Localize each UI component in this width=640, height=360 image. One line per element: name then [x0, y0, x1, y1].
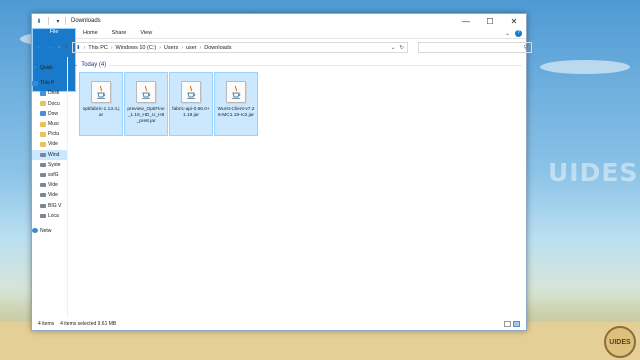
sidebar-item-local-drive[interactable]: Loca	[32, 211, 67, 221]
drive-icon	[40, 203, 46, 208]
drive-icon	[40, 183, 46, 188]
sidebar-item-documents[interactable]: Docu	[32, 99, 67, 109]
group-label: Today (4)	[81, 62, 107, 68]
breadcrumb-this-pc[interactable]: This PC	[88, 45, 108, 51]
folder-icon	[40, 121, 46, 127]
java-jar-icon	[136, 81, 156, 103]
folder-icon	[40, 90, 46, 96]
help-icon[interactable]: ?	[515, 29, 522, 37]
drive-icon	[40, 193, 46, 198]
tab-home[interactable]: Home	[76, 28, 105, 38]
chevron-down-icon: ⌄	[74, 62, 79, 68]
sidebar-item-desktop[interactable]: Desk	[32, 88, 67, 98]
file-name: Wurst-Client-v7.26-MC1.19-rc2.jar	[217, 107, 255, 118]
file-item[interactable]: optifabric-1.13.4.jar	[79, 72, 123, 136]
sidebar-item-pictures[interactable]: Pictu	[32, 129, 67, 139]
search-icon: ⚲	[523, 45, 529, 51]
minimize-button[interactable]: —	[454, 14, 478, 28]
file-item[interactable]: preview_OptiFine_1.19_HD_U_H8_pre8.jar	[124, 72, 168, 136]
sidebar-item-quick-access[interactable]: ★ Quick	[32, 63, 67, 73]
refresh-icon[interactable]: ↻	[399, 45, 404, 51]
sidebar-item-videos[interactable]: Vide	[32, 139, 67, 149]
close-button[interactable]: ✕	[502, 14, 526, 28]
item-count: 4 items	[38, 321, 55, 327]
java-jar-icon	[226, 81, 246, 103]
star-icon: ★	[32, 65, 38, 72]
sidebar-item-sofg-drive[interactable]: sofG	[32, 170, 67, 180]
network-icon	[32, 228, 38, 234]
folder-icon	[40, 101, 46, 107]
java-jar-icon	[181, 81, 201, 103]
java-jar-icon	[91, 81, 111, 103]
sidebar-item-network[interactable]: Netw	[32, 226, 67, 236]
file-item[interactable]: fabric-api-0.56.0+1.19.jar	[169, 72, 213, 136]
window-title: Downloads	[71, 18, 101, 24]
breadcrumb-drive[interactable]: Windows 10 (C:)	[116, 45, 157, 51]
up-arrow-icon[interactable]: ↑	[65, 44, 69, 51]
maximize-button[interactable]: ☐	[478, 14, 502, 28]
sidebar-item-downloads[interactable]: Dow	[32, 109, 67, 119]
breadcrumb-downloads[interactable]: Downloads	[204, 45, 231, 51]
forward-arrow-icon[interactable]: →	[47, 44, 54, 51]
sidebar-item-music[interactable]: Musi	[32, 119, 67, 129]
drive-icon	[40, 162, 46, 167]
drive-icon	[40, 152, 46, 157]
folder-down-icon[interactable]: ⬇	[35, 18, 43, 25]
breadcrumb-users[interactable]: Users	[164, 45, 178, 51]
navigation-bar: ← → ▾ ↑ ⬇ › This PC › Windows 10 (C:) › …	[32, 39, 533, 56]
divider	[65, 17, 66, 25]
folder-icon	[40, 131, 46, 137]
file-grid: optifabric-1.13.4.jar preview_OptiFine_1…	[79, 72, 526, 136]
search-input[interactable]	[422, 44, 524, 51]
quick-access-toolbar: ⬇ ▾	[35, 17, 62, 25]
file-name: preview_OptiFine_1.19_HD_U_H8_pre8.jar	[127, 107, 165, 124]
file-list-pane: ⌄ Today (4) optifabric-1.13.4.jar previe…	[68, 57, 526, 318]
back-arrow-icon[interactable]: ←	[36, 44, 43, 51]
downloads-icon: ⬇	[76, 44, 81, 51]
sidebar-item-videos-drive-2[interactable]: Vide	[32, 190, 67, 200]
ribbon-tabs: File Home Share View ⌄ ?	[32, 28, 526, 92]
corner-logo: UIDES	[604, 326, 636, 358]
file-item[interactable]: Wurst-Client-v7.26-MC1.19-rc2.jar	[214, 72, 258, 136]
sidebar-item-system-drive[interactable]: Syste	[32, 160, 67, 170]
navigation-pane: ★ Quick This P Desk Docu Dow Musi Pictu …	[32, 57, 68, 318]
large-icons-view-button[interactable]	[513, 321, 520, 327]
download-icon	[40, 111, 46, 117]
title-bar: ⬇ ▾ Downloads — ☐ ✕	[32, 14, 526, 28]
selection-info: 4 items selected 9.61 MB	[60, 321, 117, 327]
file-name: fabric-api-0.56.0+1.19.jar	[172, 107, 210, 118]
sidebar-item-this-pc[interactable]: This P	[32, 78, 67, 88]
status-bar: 4 items 4 items selected 9.61 MB	[32, 318, 526, 330]
recent-locations-icon[interactable]: ▾	[58, 45, 61, 51]
divider	[48, 17, 49, 25]
chevron-down-icon[interactable]: ▾	[54, 18, 62, 25]
breadcrumb-user[interactable]: user	[186, 45, 197, 51]
folder-icon	[40, 141, 46, 147]
address-dropdown-icon[interactable]: ⌄	[391, 45, 396, 51]
divider	[109, 64, 522, 66]
drive-icon	[40, 213, 46, 218]
cloud	[540, 60, 630, 74]
search-box[interactable]: ⚲	[418, 42, 533, 53]
pc-icon	[32, 80, 38, 86]
address-bar[interactable]: ⬇ › This PC › Windows 10 (C:) › Users › …	[72, 42, 409, 53]
expand-ribbon-icon[interactable]: ⌄	[505, 30, 510, 37]
drive-icon	[40, 172, 46, 177]
sidebar-item-big-drive[interactable]: BIG V	[32, 200, 67, 210]
watermark-logo: UIDES	[548, 158, 639, 187]
sidebar-item-windows-drive[interactable]: Wind	[32, 149, 67, 160]
tab-view[interactable]: View	[133, 28, 159, 38]
tab-share[interactable]: Share	[105, 28, 134, 38]
file-name: optifabric-1.13.4.jar	[82, 107, 120, 118]
details-view-button[interactable]	[504, 321, 511, 327]
file-explorer-window: ⬇ ▾ Downloads — ☐ ✕ File Home Share View…	[31, 13, 533, 331]
sidebar-item-videos-drive[interactable]: Vide	[32, 180, 67, 190]
group-header[interactable]: ⌄ Today (4)	[74, 60, 526, 70]
